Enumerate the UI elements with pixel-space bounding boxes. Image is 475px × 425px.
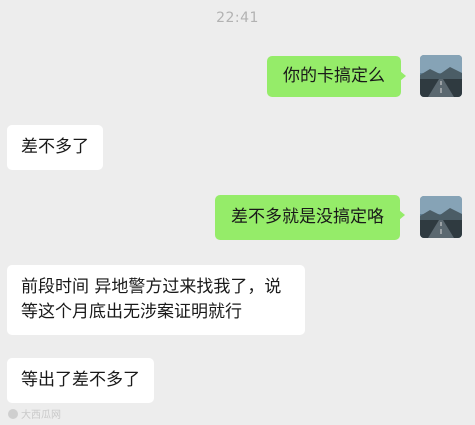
watermark-logo-icon xyxy=(8,408,18,419)
message-text-line: 等这个月底出无涉案证明就行 xyxy=(21,302,242,322)
outgoing-message-bubble[interactable]: 差不多就是没搞定咯 xyxy=(215,195,405,240)
message-text: 等出了差不多了 xyxy=(21,370,140,390)
road-landscape-avatar-icon xyxy=(420,196,462,238)
outgoing-message-bubble[interactable]: 你的卡搞定么 xyxy=(267,56,406,97)
incoming-message-bubble[interactable]: 前段时间 异地警方过来找我了，说 等这个月底出无涉案证明就行 xyxy=(7,265,305,335)
user-avatar[interactable] xyxy=(420,196,462,238)
incoming-message-bubble[interactable]: 差不多了 xyxy=(7,125,103,170)
message-text: 差不多了 xyxy=(21,137,89,157)
message-text-line: 前段时间 异地警方过来找我了，说 xyxy=(21,277,282,297)
watermark: 大西瓜网 xyxy=(8,406,61,421)
message-text: 差不多就是没搞定咯 xyxy=(231,207,384,227)
chat-window: 22:41 你的卡搞定么 差不多了 差不多就是没搞定咯 前段时间 异地警方过来找… xyxy=(0,0,475,425)
road-landscape-avatar-icon xyxy=(420,55,462,97)
watermark-text: 大西瓜网 xyxy=(21,410,61,421)
message-timestamp: 22:41 xyxy=(216,10,259,26)
incoming-message-bubble[interactable]: 等出了差不多了 xyxy=(7,358,154,403)
message-text: 你的卡搞定么 xyxy=(283,66,385,86)
user-avatar[interactable] xyxy=(420,55,462,97)
